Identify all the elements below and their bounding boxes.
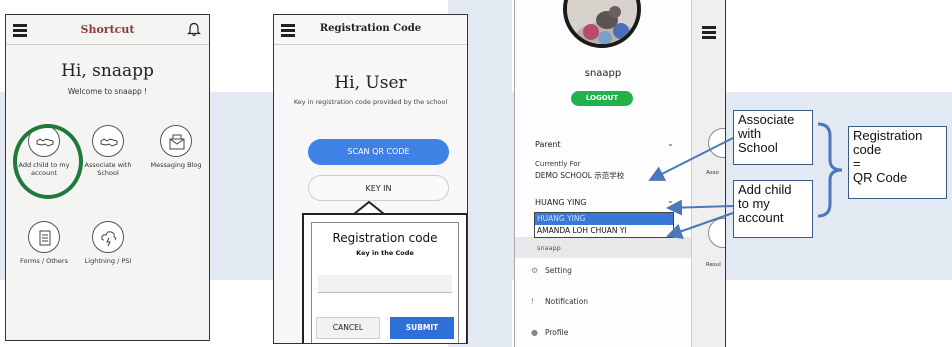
annotation-line: QR Code [853, 170, 908, 185]
annotation-line: Associate [738, 112, 795, 127]
curly-brace [817, 122, 843, 218]
annotation-line: School [738, 140, 778, 155]
annotation-line: Registration [853, 128, 923, 143]
registration-annotation: Registration code = QR Code [848, 126, 947, 199]
annotation-arrows [648, 137, 734, 239]
annotation-line: with [738, 126, 762, 141]
annotation-line: Add child [738, 182, 792, 197]
annotation-line: to my [738, 196, 770, 211]
annotation-line: = [853, 156, 861, 171]
annotation-line: account [738, 210, 784, 225]
add-child-annotation: Add child to my account [733, 180, 813, 238]
associate-annotation: Associate with School [733, 110, 813, 165]
annotation-line: code [853, 142, 882, 157]
